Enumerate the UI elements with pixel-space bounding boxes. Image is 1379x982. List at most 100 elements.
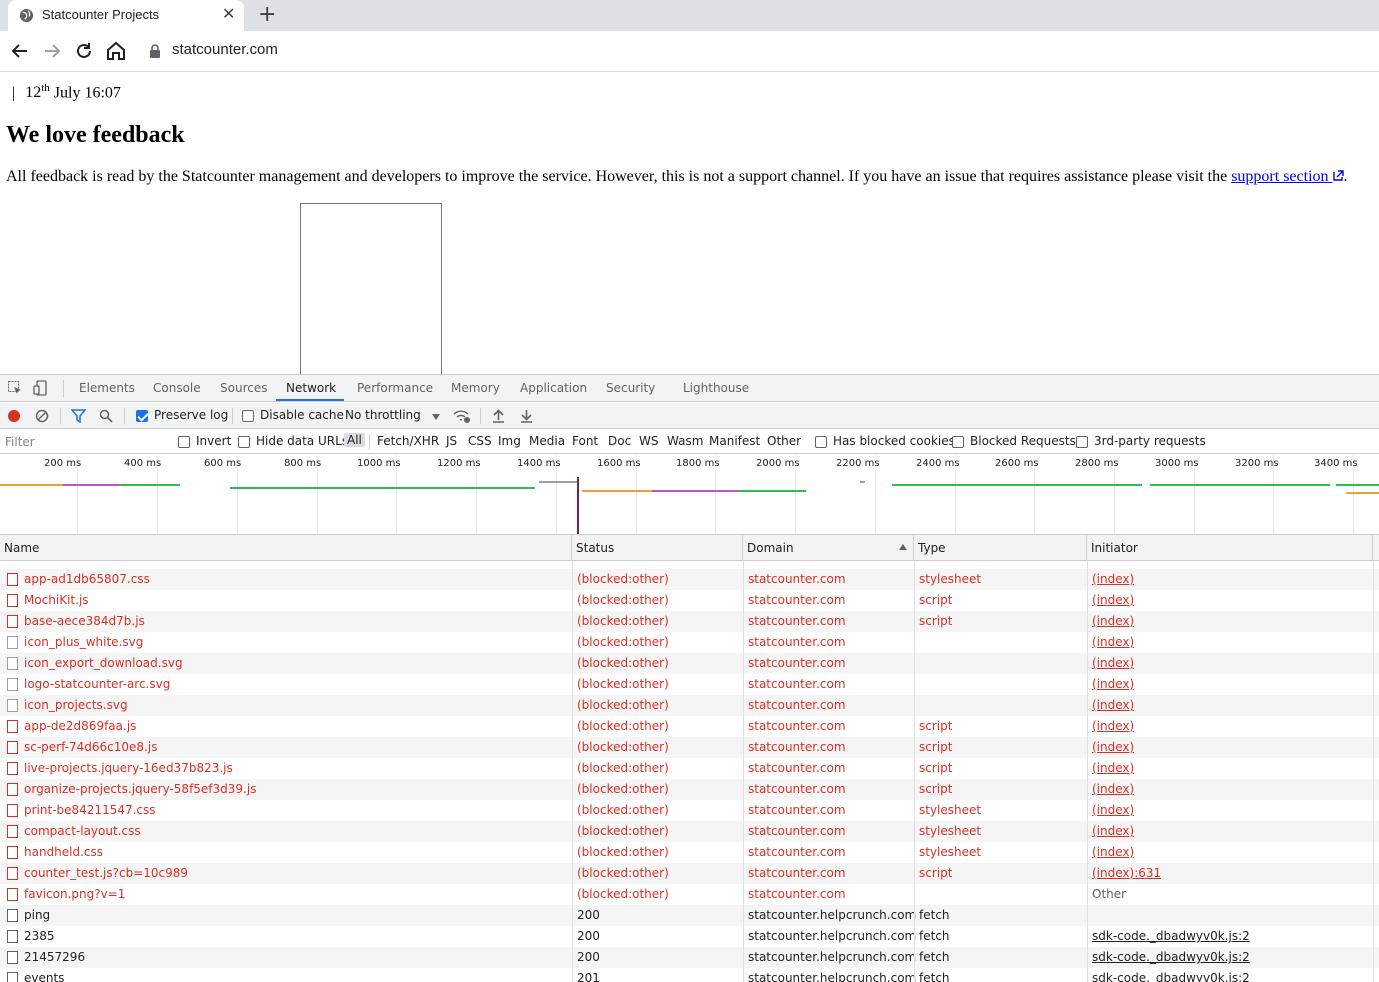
hide-data-urls-label: Hide data URLs — [256, 434, 349, 448]
column-header-name[interactable]: Name — [0, 535, 572, 561]
column-header-domain[interactable]: Domain — [743, 535, 914, 561]
table-row[interactable]: ping 200 statcounter.helpcrunch.com fetc… — [0, 905, 1379, 926]
filter-type-img[interactable]: Img — [498, 434, 521, 448]
filter-type-media[interactable]: Media — [529, 434, 565, 448]
request-initiator[interactable]: sdk-code._dbadwyv0k.js:2 — [1092, 950, 1250, 964]
filter-type-doc[interactable]: Doc — [608, 434, 631, 448]
filter-icon[interactable] — [71, 409, 86, 423]
filter-type-manifest[interactable]: Manifest — [709, 434, 760, 448]
table-row[interactable]: organize-projects.jquery-58f5ef3d39.js (… — [0, 779, 1379, 800]
home-icon[interactable] — [104, 39, 128, 63]
tab-performance[interactable]: Performance — [357, 381, 433, 395]
back-arrow-icon[interactable] — [8, 39, 32, 63]
filter-type-ws[interactable]: WS — [639, 434, 658, 448]
table-row[interactable]: events 201 statcounter.helpcrunch.com fe… — [0, 968, 1379, 982]
column-header-status[interactable]: Status — [572, 535, 743, 561]
disable-cache-checkbox[interactable] — [242, 410, 254, 422]
filter-input[interactable] — [0, 430, 166, 453]
tab-security[interactable]: Security — [606, 381, 655, 395]
request-initiator[interactable]: (index) — [1092, 656, 1134, 670]
throttling-select[interactable]: No throttling — [345, 408, 421, 422]
tab-elements[interactable]: Elements — [79, 381, 135, 395]
request-initiator[interactable]: sdk-code._dbadwyv0k.js:2 — [1092, 929, 1250, 943]
column-header-initiator[interactable]: Initiator — [1087, 535, 1373, 561]
table-row[interactable]: icon_export_download.svg (blocked:other)… — [0, 653, 1379, 674]
filter-type-js[interactable]: JS — [446, 434, 457, 448]
export-har-icon[interactable] — [520, 409, 533, 423]
filter-type-fetch-xhr[interactable]: Fetch/XHR — [377, 434, 439, 448]
table-row[interactable]: print-be84211547.css (blocked:other) sta… — [0, 800, 1379, 821]
tab-network[interactable]: Network — [286, 381, 336, 395]
feedback-frame[interactable] — [300, 203, 442, 374]
request-initiator[interactable]: (index) — [1092, 803, 1134, 817]
support-section-link[interactable]: support section — [1231, 168, 1344, 185]
tab-sources[interactable]: Sources — [220, 381, 267, 395]
download-bar — [120, 484, 180, 486]
network-overview[interactable]: 200 ms 400 ms 600 ms 800 ms 1000 ms 1200… — [0, 455, 1379, 535]
request-initiator[interactable]: (index) — [1092, 719, 1134, 733]
forward-arrow-icon[interactable] — [40, 39, 64, 63]
tab-memory[interactable]: Memory — [451, 381, 500, 395]
request-initiator[interactable]: (index) — [1092, 782, 1134, 796]
new-tab-button[interactable]: + — [258, 2, 276, 27]
request-initiator[interactable]: (index) — [1092, 698, 1134, 712]
preserve-log-checkbox[interactable] — [136, 410, 148, 422]
browser-tab[interactable]: Statcounter Projects ✕ — [8, 0, 244, 31]
date-rest: July 16:07 — [49, 84, 121, 102]
request-initiator[interactable]: (index) — [1092, 761, 1134, 775]
filter-type-all[interactable]: All — [344, 433, 365, 447]
request-initiator[interactable]: (index) — [1092, 740, 1134, 754]
table-row[interactable]: icon_plus_white.svg (blocked:other) stat… — [0, 632, 1379, 653]
table-row[interactable]: icon_projects.svg (blocked:other) statco… — [0, 695, 1379, 716]
table-row[interactable]: base-aece384d7b.js (blocked:other) statc… — [0, 611, 1379, 632]
reload-icon[interactable] — [72, 39, 96, 63]
filter-type-wasm[interactable]: Wasm — [667, 434, 703, 448]
hide-data-urls-checkbox[interactable] — [238, 436, 250, 448]
table-row[interactable]: live-projects.jquery-16ed37b823.js (bloc… — [0, 758, 1379, 779]
tick-label: 2800 ms — [1075, 458, 1119, 469]
request-initiator[interactable]: (index) — [1092, 677, 1134, 691]
search-icon[interactable] — [99, 409, 113, 423]
column-header-type[interactable]: Type — [914, 535, 1087, 561]
table-row[interactable]: 21457296 200 statcounter.helpcrunch.com … — [0, 947, 1379, 968]
table-row[interactable]: sc-perf-74d66c10e8.js (blocked:other) st… — [0, 737, 1379, 758]
tab-application[interactable]: Application — [520, 381, 587, 395]
device-toolbar-icon[interactable] — [33, 380, 49, 396]
record-icon[interactable] — [7, 409, 21, 423]
table-row[interactable]: MochiKit.js (blocked:other) statcounter.… — [0, 590, 1379, 611]
chevron-down-icon — [432, 414, 440, 420]
third-party-checkbox[interactable] — [1076, 436, 1088, 448]
request-initiator[interactable]: (index):631 — [1092, 866, 1161, 880]
has-blocked-cookies-checkbox[interactable] — [815, 436, 827, 448]
request-initiator[interactable]: (index) — [1092, 824, 1134, 838]
request-initiator[interactable]: sdk-code._dbadwyv0k.js:2 — [1092, 971, 1250, 982]
request-initiator[interactable]: (index) — [1092, 614, 1134, 628]
import-har-icon[interactable] — [492, 409, 505, 423]
clear-icon[interactable] — [35, 409, 49, 423]
network-conditions-icon[interactable] — [453, 408, 471, 424]
filter-divider — [369, 434, 370, 449]
table-row[interactable]: app-de2d869faa.js (blocked:other) statco… — [0, 716, 1379, 737]
filter-type-other[interactable]: Other — [767, 434, 801, 448]
filter-type-css[interactable]: CSS — [468, 434, 492, 448]
request-initiator[interactable]: (index) — [1092, 572, 1134, 586]
tab-console[interactable]: Console — [153, 381, 201, 395]
table-row[interactable]: handheld.css (blocked:other) statcounter… — [0, 842, 1379, 863]
tab-lighthouse[interactable]: Lighthouse — [683, 381, 749, 395]
inspect-element-icon[interactable] — [7, 380, 23, 396]
request-initiator[interactable]: (index) — [1092, 635, 1134, 649]
address-bar[interactable]: statcounter.com — [172, 41, 278, 58]
lock-icon[interactable] — [148, 43, 162, 59]
table-row[interactable]: favicon.png?v=1 (blocked:other) statcoun… — [0, 884, 1379, 905]
table-row[interactable]: counter_test.js?cb=10c989 (blocked:other… — [0, 863, 1379, 884]
request-initiator[interactable]: (index) — [1092, 593, 1134, 607]
invert-checkbox[interactable] — [178, 436, 190, 448]
table-row[interactable]: 2385 200 statcounter.helpcrunch.com fetc… — [0, 926, 1379, 947]
filter-type-font[interactable]: Font — [572, 434, 598, 448]
table-row[interactable]: app-ad1db65807.css (blocked:other) statc… — [0, 569, 1379, 590]
blocked-requests-checkbox[interactable] — [952, 436, 964, 448]
close-tab-icon[interactable]: ✕ — [222, 4, 235, 23]
table-row[interactable]: compact-layout.css (blocked:other) statc… — [0, 821, 1379, 842]
request-initiator[interactable]: (index) — [1092, 845, 1134, 859]
table-row[interactable]: logo-statcounter-arc.svg (blocked:other)… — [0, 674, 1379, 695]
